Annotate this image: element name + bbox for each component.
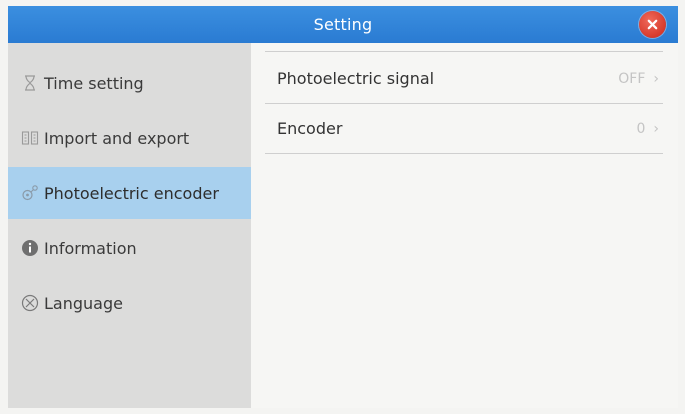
import-export-icon	[20, 128, 40, 148]
sidebar-item-time-setting[interactable]: Time setting	[8, 57, 251, 109]
globe-icon	[20, 293, 40, 313]
sidebar-item-label: Information	[44, 238, 137, 258]
row-value-group: 0 ›	[636, 121, 663, 137]
sidebar-item-import-export[interactable]: Import and export	[8, 112, 251, 164]
photoelectric-signal-row[interactable]: Photoelectric signal OFF ›	[265, 54, 663, 104]
sidebar-item-information[interactable]: Information	[8, 222, 251, 274]
sidebar: Time setting Import and export Photoelec…	[8, 43, 251, 408]
settings-panel: Photoelectric signal OFF › Encoder 0 ›	[251, 43, 678, 408]
encoder-value: 0	[636, 120, 646, 137]
info-icon	[20, 238, 40, 258]
chevron-right-icon: ›	[653, 70, 659, 87]
encoder-row[interactable]: Encoder 0 ›	[265, 104, 663, 154]
title-bar: Setting	[8, 6, 678, 43]
row-label: Photoelectric signal	[277, 69, 435, 88]
close-button[interactable]	[639, 11, 666, 38]
row-value-group: OFF ›	[618, 71, 663, 87]
sidebar-item-label: Import and export	[44, 128, 190, 148]
window-title: Setting	[313, 15, 373, 34]
divider	[265, 51, 663, 52]
hourglass-icon	[20, 73, 40, 93]
encoder-icon	[20, 183, 40, 203]
row-label: Encoder	[277, 119, 343, 138]
sidebar-item-label: Time setting	[44, 73, 144, 93]
sidebar-item-label: Language	[44, 293, 123, 313]
photoelectric-signal-value: OFF	[618, 70, 646, 87]
settings-window: Setting Time setting Import and export P…	[0, 0, 685, 414]
close-x-icon	[647, 19, 658, 30]
sidebar-item-photoelectric-encoder[interactable]: Photoelectric encoder	[8, 167, 251, 219]
chevron-right-icon: ›	[653, 120, 659, 137]
sidebar-item-language[interactable]: Language	[8, 277, 251, 329]
sidebar-item-label: Photoelectric encoder	[44, 183, 219, 203]
